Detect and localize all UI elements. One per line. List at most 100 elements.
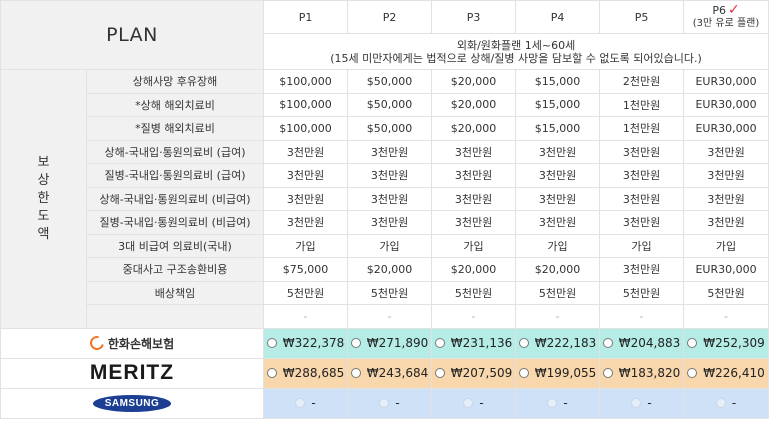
coverage-value: 가입 [599,233,685,258]
hanwha-mark-icon [87,333,107,353]
plan-header: PLAN [0,0,265,70]
radio-button[interactable] [631,398,642,408]
coverage-value: $20,000 [515,257,601,282]
premium-price: ₩243,684 [366,366,429,380]
coverage-value: 3천만원 [431,186,517,211]
premium-price: - [395,396,400,410]
coverage-name: *상해 해외치료비 [85,92,265,117]
coverage-value: 3천만원 [263,139,349,164]
coverage-value: 3천만원 [683,210,770,235]
coverage-value: $20,000 [431,92,517,117]
radio-button[interactable] [687,338,698,348]
premium-option[interactable]: ₩207,509 [431,357,517,389]
premium-option[interactable]: - [263,387,349,419]
coverage-value: $20,000 [431,69,517,94]
radio-button[interactable] [434,338,445,348]
radio-button[interactable] [602,338,613,348]
premium-price: ₩252,309 [703,336,765,350]
coverage-value: 2천만원 [599,69,685,94]
radio-button[interactable] [266,368,277,378]
premium-option[interactable]: ₩288,685 [263,357,349,389]
premium-option[interactable]: ₩199,055 [515,357,601,389]
radio-button[interactable] [463,398,474,408]
premium-option[interactable]: ₩243,684 [347,357,433,389]
coverage-value: 1천만원 [599,116,685,141]
radio-button[interactable] [547,398,558,408]
hanwha-name: 한화손해보험 [107,336,175,351]
coverage-value: $100,000 [263,69,349,94]
coverage-value: 3천만원 [599,210,685,235]
premium-price: ₩207,509 [450,366,513,380]
coverage-limit-label: 보 상 한 도 액 [0,69,87,329]
premium-price: ₩271,890 [366,336,429,350]
premium-option[interactable]: ₩222,183 [515,327,601,359]
coverage-value: $20,000 [347,257,433,282]
coverage-value: - [599,304,685,329]
coverage-value: 가입 [347,233,433,258]
coverage-value: 1천만원 [599,92,685,117]
coverage-name: 배상책임 [85,280,265,305]
premium-option[interactable]: ₩231,136 [431,327,517,359]
meritz-logo: MERITZ [89,361,175,384]
premium-option[interactable]: - [599,387,685,419]
coverage-value: - [515,304,601,329]
premium-option[interactable]: ₩271,890 [347,327,433,359]
premium-option[interactable]: ₩204,883 [599,327,685,359]
radio-button[interactable] [266,338,277,348]
premium-option[interactable]: ₩226,410 [683,357,770,389]
radio-button[interactable] [350,338,361,348]
plan-p6-note: (3만 유로 플랜) [692,18,760,29]
radio-button[interactable] [715,398,726,408]
plan-p6-label: P6 [712,4,726,17]
premium-option[interactable]: - [515,387,601,419]
coverage-value: 3천만원 [599,163,685,188]
coverage-value: 3천만원 [263,186,349,211]
radio-button[interactable] [518,368,529,378]
coverage-value: EUR30,000 [683,69,770,94]
premium-option[interactable]: - [431,387,517,419]
samsung-logo: SAMSUNG [92,394,172,412]
coverage-value: 3천만원 [515,186,601,211]
coverage-value: 3천만원 [599,257,685,282]
coverage-row: 보 상 한 도 액 상해사망 후유장해 $100,000 $50,000 $20,000… [0,69,770,329]
coverage-value: $50,000 [347,69,433,94]
premium-price: - [479,396,484,410]
coverage-value: 5천만원 [263,280,349,305]
coverage-value: 5천만원 [515,280,601,305]
coverage-value: - [683,304,770,329]
age-range-line2: (15세 미만자에게는 법적으로 상해/질병 사망을 담보할 수 없도록 되어있… [330,51,702,65]
insurer-logo: MERITZ [0,357,265,389]
coverage-value: 3천만원 [683,163,770,188]
coverage-value: 3천만원 [263,210,349,235]
coverage-name: 중대사고 구조송환비용 [85,257,265,282]
premium-option[interactable]: ₩183,820 [599,357,685,389]
premium-option[interactable]: - [347,387,433,419]
coverage-value: $50,000 [347,92,433,117]
coverage-value: $15,000 [515,92,601,117]
premium-price: ₩322,378 [282,336,345,350]
premium-option[interactable]: ₩252,309 [683,327,770,359]
radio-button[interactable] [379,398,390,408]
radio-button[interactable] [602,368,613,378]
radio-button[interactable] [350,368,361,378]
coverage-row: ------ [1,304,770,329]
coverage-value: 3천만원 [347,139,433,164]
coverage-value: $15,000 [515,69,601,94]
radio-button[interactable] [295,398,306,408]
coverage-row: 중대사고 구조송환비용 $75,000 $20,000 $20,000 $20,000 3… [1,257,770,282]
premium-option[interactable]: ₩322,378 [263,327,349,359]
insurer-logo: 한화손해보험 [0,327,265,359]
plan-p2-header: P2 [347,0,433,34]
radio-button[interactable] [434,368,445,378]
radio-button[interactable] [687,368,698,378]
coverage-value: EUR30,000 [683,92,770,117]
radio-button[interactable] [518,338,529,348]
coverage-value: $75,000 [263,257,349,282]
coverage-name: 질병-국내입·통원의료비 (급여) [85,163,265,188]
coverage-value: $20,000 [431,116,517,141]
plan-p1-header: P1 [263,0,349,34]
coverage-value: 3천만원 [683,139,770,164]
plan-p4-header: P4 [515,0,601,34]
premium-option[interactable]: - [683,387,770,419]
age-range-line1: 외화/원화플랜 1세~60세 [456,38,576,52]
